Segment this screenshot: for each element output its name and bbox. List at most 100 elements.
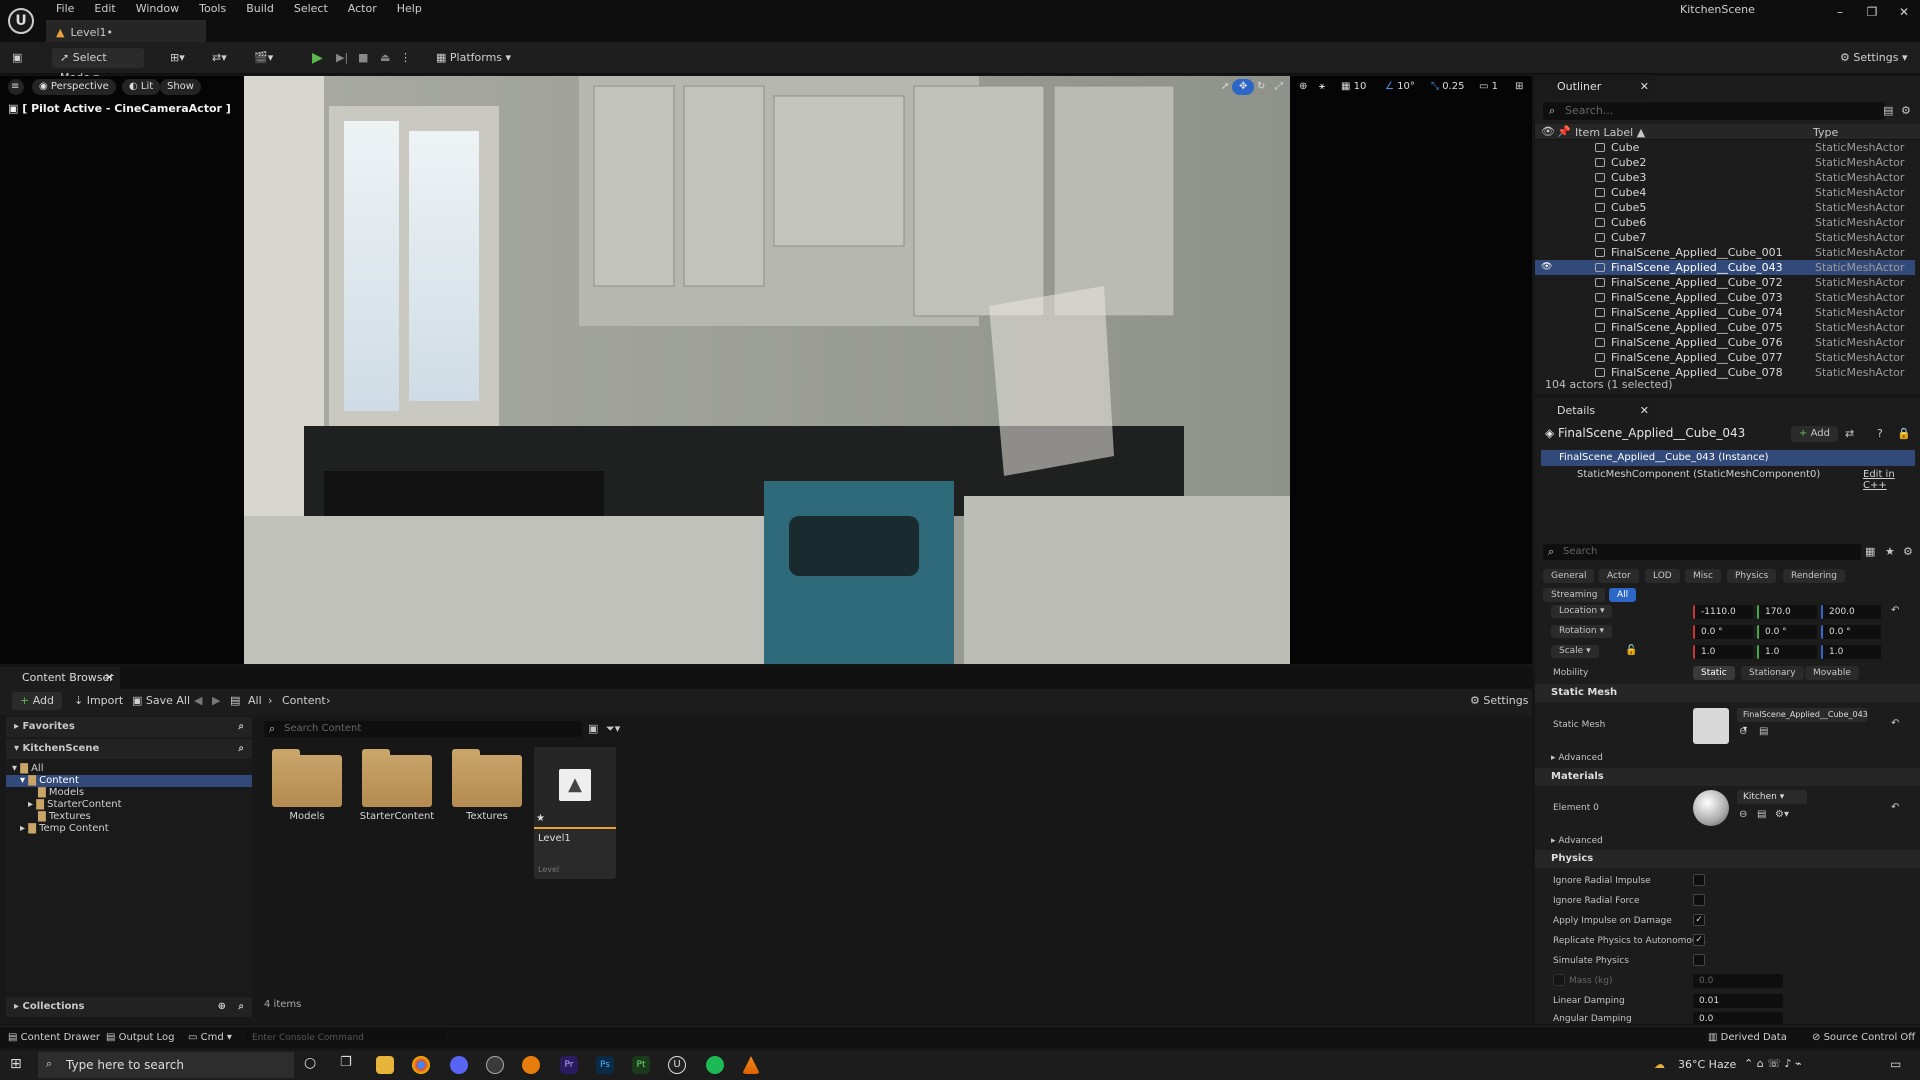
close-icon[interactable]: ✕ [1640,76,1649,98]
scale-z-field[interactable]: 1.0 [1821,645,1881,659]
type-column[interactable]: Type [1813,126,1838,139]
substance-painter-icon[interactable]: Pt [632,1056,650,1074]
mobility-movable[interactable]: Movable [1805,666,1859,680]
content-search-input[interactable]: Search Content [264,721,582,737]
scale-dropdown[interactable]: Scale ▾ [1551,645,1599,658]
details-tab[interactable]: Details ✕ [1535,400,1655,422]
tray-icons[interactable]: ⌃ ⌂ ☏ ♪ ⌁ [1744,1057,1802,1070]
filter-lod[interactable]: LOD [1645,569,1680,583]
obs-icon[interactable] [486,1056,504,1074]
save-icon[interactable]: ▣ [12,48,22,68]
menu-tools[interactable]: Tools [189,0,236,18]
outliner-row[interactable]: FinalScene_Applied__Cube_001 StaticMeshAc… [1535,245,1915,260]
outliner-row[interactable]: Cube5 StaticMeshActor [1535,200,1915,215]
folder-icon[interactable]: ▤ [1759,726,1768,737]
asset-folder-models[interactable]: Models [264,747,350,877]
save-search-icon[interactable]: ▣ [588,722,598,735]
scale-lock-icon[interactable]: 🔓 [1625,645,1637,656]
filter-icon[interactable]: ⏷▾ [606,722,620,736]
lit-button[interactable]: ◐ Lit [122,79,161,95]
advanced-expander[interactable]: ▸ Advanced [1551,753,1603,763]
outliner-row[interactable]: Cube6 StaticMeshActor [1535,215,1915,230]
more-options-icon[interactable]: ⋮ [400,48,411,68]
rotation-dropdown[interactable]: Rotation ▾ [1551,625,1613,638]
cortana-icon[interactable]: ○ [304,1055,316,1071]
mass-field[interactable]: 0.0 [1693,974,1783,988]
apply-impulse-checkbox[interactable]: ✓ [1693,914,1705,926]
menu-edit[interactable]: Edit [84,0,125,18]
tree-item-models[interactable]: ▇ Models [6,787,252,799]
simulate-physics-checkbox[interactable] [1693,954,1705,966]
reset-icon[interactable]: ↶ [1891,802,1899,813]
discord-icon[interactable] [450,1056,468,1074]
unreal-logo-icon[interactable]: U [8,8,34,34]
tree-item-content[interactable]: ▾ ▇ Content [6,775,252,787]
favorites-header[interactable]: ▸ Favorites ⌕ [6,717,252,737]
filter-misc[interactable]: Misc [1685,569,1721,583]
favorites-star-icon[interactable]: ★ [1885,545,1895,558]
rotation-x-field[interactable]: 0.0 ° [1693,625,1753,639]
replicate-physics-checkbox[interactable]: ✓ [1693,934,1705,946]
premiere-icon[interactable]: Pr [560,1056,578,1074]
import-button[interactable]: ⇣ Import [74,692,123,710]
file-explorer-icon[interactable] [376,1056,394,1074]
forward-icon[interactable]: ▶ [212,692,220,710]
property-matrix-icon[interactable]: ▦ [1865,545,1875,558]
taskbar-search-input[interactable]: Type here to search [38,1052,294,1078]
outliner-settings-icon[interactable]: ⚙ [1901,104,1911,117]
menu-window[interactable]: Window [126,0,189,18]
select-mode-dropdown[interactable]: ➚ Select Mode ▾ [52,48,144,84]
reset-icon[interactable]: ↶ [1891,605,1899,616]
outliner-row[interactable]: Cube4 StaticMeshActor [1535,185,1915,200]
collections-header[interactable]: ▸ Collections ⊕ ⌕ [6,997,252,1017]
outliner-tab[interactable]: Outliner ✕ [1535,76,1655,98]
angular-damping-field[interactable]: 0.0 [1693,1012,1783,1024]
unreal-taskbar-icon[interactable]: U [668,1056,686,1074]
outliner-row[interactable]: Cube3 StaticMeshActor [1535,170,1915,185]
vlc-icon[interactable] [742,1056,760,1074]
outliner-row[interactable]: FinalScene_Applied__Cube_074 StaticMeshAc… [1535,305,1915,320]
tree-item-temp-content[interactable]: ▸ ▇ Temp Content [6,823,252,835]
physics-section[interactable]: Physics [1535,850,1920,868]
cmd-dropdown[interactable]: ▭ Cmd ▾ [188,1029,232,1047]
rotation-z-field[interactable]: 0.0 ° [1821,625,1881,639]
outliner-row[interactable]: Cube7 StaticMeshActor [1535,230,1915,245]
linear-damping-field[interactable]: 0.01 [1693,994,1783,1008]
breadcrumb-all[interactable]: All [248,692,262,710]
tree-item-startercontent[interactable]: ▸ ▇ StarterContent [6,799,252,811]
visibility-icon[interactable]: 👁 [1541,260,1552,275]
back-icon[interactable]: ◀ [194,692,202,710]
location-x-field[interactable]: -1110.0 [1693,605,1753,619]
static-mesh-section[interactable]: Static Mesh [1535,684,1920,702]
viewport-layout-icon[interactable]: ⊞ [1508,79,1530,95]
rotation-snap-toggle[interactable]: ∠ 10° [1378,79,1422,95]
scale-snap-toggle[interactable]: ⤡ 0.25 [1424,79,1471,95]
weather-text[interactable]: 36°C Haze [1678,1058,1736,1071]
rotation-y-field[interactable]: 0.0 ° [1757,625,1817,639]
source-control-button[interactable]: ⊘ Source Control Off [1812,1029,1915,1047]
mobility-stationary[interactable]: Stationary [1741,666,1804,680]
menu-build[interactable]: Build [236,0,284,18]
derived-data-button[interactable]: ▥ Derived Data [1708,1029,1787,1047]
close-icon[interactable]: ✕ [105,667,114,689]
add-component-button[interactable]: + Add [1791,426,1838,442]
outliner-row[interactable]: Cube StaticMeshActor [1535,140,1915,155]
step-icon[interactable]: ▶| [336,48,348,68]
outliner-row[interactable]: FinalScene_Applied__Cube_075 StaticMeshAc… [1535,320,1915,335]
menu-help[interactable]: Help [387,0,432,18]
lock-icon[interactable]: 🔒 [1897,427,1911,440]
blueprint-icon[interactable]: ⇄ [1845,427,1854,440]
search-icon[interactable]: ⌕ [238,717,244,737]
filter-general[interactable]: General [1543,569,1595,583]
scale-tool-icon[interactable]: ⤢ [1268,79,1290,95]
materials-section[interactable]: Materials [1535,768,1920,786]
tree-item-textures[interactable]: ▇ Textures [6,811,252,823]
filter-all[interactable]: All [1609,588,1637,602]
save-all-button[interactable]: ▣ Save All [132,692,190,710]
material-options-icon[interactable]: ⚙▾ [1775,809,1789,820]
windows-start-icon[interactable]: ⊞ [10,1056,22,1072]
mass-override-checkbox[interactable] [1553,974,1565,986]
static-mesh-thumbnail[interactable] [1693,708,1729,744]
static-mesh-picker[interactable]: FinalScene_Applied__Cube_043 ▾ [1737,708,1868,733]
browse-icon[interactable]: ⊖ [1739,809,1747,820]
